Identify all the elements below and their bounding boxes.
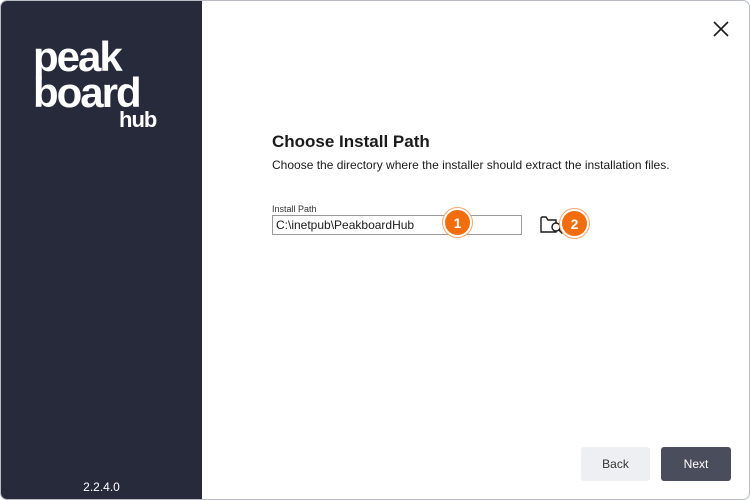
installer-window: peak board hub 2.2.4.0 Choose Install Pa…	[0, 0, 750, 500]
svg-text:hub: hub	[119, 107, 157, 132]
peakboard-hub-logo: peak board hub	[33, 33, 158, 132]
page-subtitle: Choose the directory where the installer…	[272, 158, 670, 172]
close-button[interactable]	[711, 19, 731, 39]
install-path-input[interactable]	[272, 215, 522, 235]
version-label: 2.2.4.0	[83, 480, 120, 494]
close-icon	[713, 21, 729, 37]
back-button[interactable]: Back	[581, 447, 650, 481]
step-marker-2: 2	[560, 209, 589, 238]
step-marker-1: 1	[443, 208, 472, 237]
sidebar: peak board hub 2.2.4.0	[1, 1, 202, 499]
page-title: Choose Install Path	[272, 132, 430, 151]
install-path-label: Install Path	[272, 204, 317, 214]
next-button[interactable]: Next	[661, 447, 731, 481]
